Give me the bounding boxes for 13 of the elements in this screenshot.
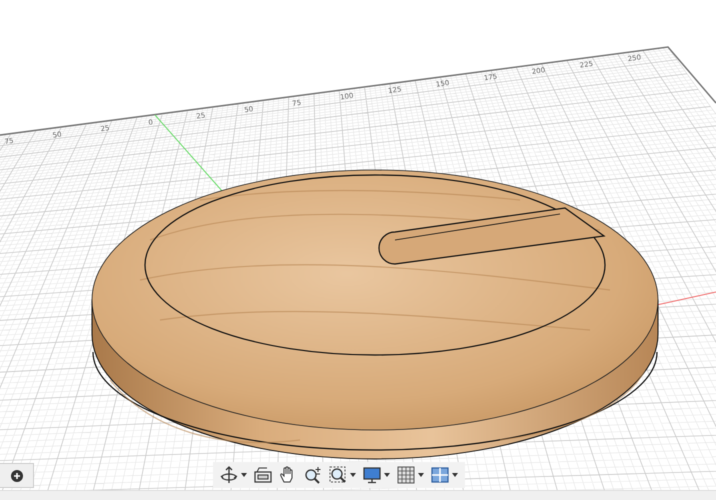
zoom-fit-icon [329,466,347,484]
look-at-icon [254,467,272,483]
zoom-icon [304,466,322,484]
caret-icon [452,473,458,477]
caret-icon [384,473,390,477]
caret-icon [418,473,424,477]
add-icon[interactable] [10,470,22,482]
orbit-icon [220,466,238,484]
monitor-icon [363,466,381,484]
caret-icon [350,473,356,477]
viewports-icon [431,466,449,484]
grid-icon [397,466,415,484]
caret-icon [241,473,247,477]
